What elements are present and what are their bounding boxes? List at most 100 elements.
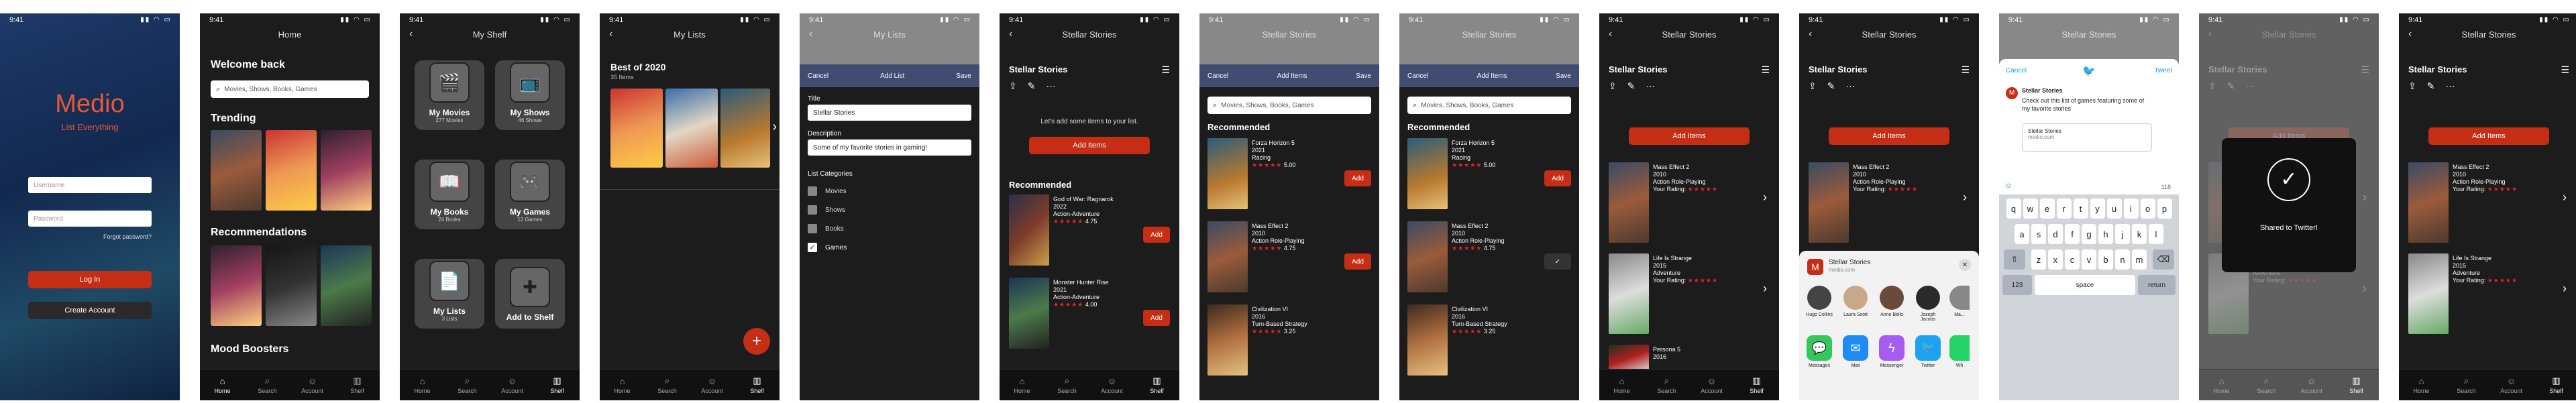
cancel-button[interactable]: Cancel — [1208, 72, 1228, 80]
tab-account[interactable]: ☺ Account — [2495, 376, 2528, 394]
key[interactable]: n — [2115, 249, 2130, 270]
shelf-card-books[interactable]: 📖 My Books 24 Books — [415, 160, 484, 229]
app-twitter[interactable]: 🐦 Twitter — [1913, 335, 1943, 368]
add-button[interactable]: Add — [1544, 170, 1571, 186]
chevron-right-icon[interactable]: › — [2563, 282, 2567, 296]
numbers-key[interactable]: 123 — [2002, 275, 2032, 295]
key[interactable]: a — [2015, 224, 2029, 244]
tweet-button[interactable]: Tweet — [2154, 67, 2172, 74]
more-icon[interactable]: ⋯ — [1646, 80, 1655, 92]
shift-key-icon[interactable]: ⇧ — [2004, 249, 2025, 270]
edit-icon[interactable]: ✎ — [1827, 80, 1835, 92]
chevron-right-icon[interactable]: › — [1763, 190, 1767, 205]
category-games[interactable]: ✓ Games — [808, 243, 847, 252]
poster[interactable] — [266, 130, 317, 211]
tab-shelf[interactable]: ▥ Shelf — [541, 376, 574, 394]
share-icon[interactable]: ⇪ — [1809, 80, 1817, 92]
key[interactable]: e — [2039, 198, 2055, 219]
poster[interactable] — [211, 130, 262, 211]
poster[interactable] — [321, 130, 372, 211]
tab-shelf[interactable]: ▥ Shelf — [2540, 376, 2573, 394]
key[interactable]: j — [2115, 224, 2130, 244]
location-icon[interactable]: ⊙ — [2006, 182, 2011, 190]
key[interactable]: o — [2140, 198, 2155, 219]
tab-shelf[interactable]: ▥ Shelf — [341, 376, 374, 394]
added-button[interactable]: ✓ — [1544, 253, 1571, 270]
chevron-right-icon[interactable]: › — [2563, 190, 2567, 205]
contact[interactable]: Anne Bello — [1877, 286, 1907, 322]
search-input[interactable]: ⌕ Movies, Shows, Books, Games — [211, 80, 369, 98]
list-item[interactable]: Persona 5 2016 — [1609, 345, 1770, 371]
backspace-key-icon[interactable]: ⌫ — [2153, 249, 2174, 270]
key[interactable]: f — [2065, 224, 2080, 244]
tab-shelf[interactable]: ▥ Shelf — [1140, 376, 1174, 394]
poster[interactable] — [211, 245, 262, 326]
shelf-card-movies[interactable]: 🎬 My Movies 277 Movies — [415, 60, 484, 130]
close-icon[interactable]: ✕ — [1959, 259, 1971, 271]
shelf-card-games[interactable]: 🎮 My Games 12 Games — [495, 160, 565, 229]
tab-account[interactable]: ☺ Account — [2295, 376, 2328, 394]
link-card[interactable]: Stellar Stories medio.com — [2022, 123, 2152, 152]
create-account-button[interactable]: Create Account — [28, 302, 152, 319]
key[interactable]: y — [2090, 198, 2105, 219]
tab-home[interactable]: ⌂ Home — [2405, 376, 2438, 394]
add-list-button[interactable]: + — [743, 328, 770, 355]
add-items-button[interactable]: Add Items — [2428, 127, 2549, 145]
edit-icon[interactable]: ✎ — [1028, 80, 1036, 92]
tab-home[interactable]: ⌂ Home — [406, 376, 439, 394]
tab-search[interactable]: ⌕ Search — [651, 376, 684, 394]
list-item[interactable]: Mass Effect 22010Action Role-PlayingYour… — [1609, 162, 1770, 249]
category-books[interactable]: Books — [808, 224, 844, 233]
tab-home[interactable]: ⌂ Home — [1006, 376, 1039, 394]
tab-home[interactable]: ⌂ Home — [206, 376, 239, 394]
cancel-button[interactable]: Cancel — [1407, 72, 1428, 80]
filter-icon[interactable]: ☰ — [1161, 64, 1170, 76]
contact[interactable]: Laura Scott — [1841, 286, 1870, 322]
key[interactable]: r — [2056, 198, 2072, 219]
app-messenger[interactable]: ϟ Messenger — [1877, 335, 1907, 368]
key[interactable]: q — [2006, 198, 2021, 219]
tab-search[interactable]: ⌕ Search — [2450, 376, 2483, 394]
category-shows[interactable]: Shows — [808, 205, 845, 215]
key[interactable]: d — [2048, 224, 2063, 244]
save-button[interactable]: Save — [956, 72, 971, 80]
key[interactable]: v — [2082, 249, 2096, 270]
key[interactable]: i — [2123, 198, 2139, 219]
key[interactable]: c — [2065, 249, 2080, 270]
save-button[interactable]: Save — [1556, 72, 1571, 80]
chevron-right-icon[interactable]: › — [772, 119, 777, 135]
tab-search[interactable]: ⌕ Search — [1650, 376, 1684, 394]
tab-search[interactable]: ⌕ Search — [2250, 376, 2284, 394]
tab-account[interactable]: ☺ Account — [296, 376, 329, 394]
save-button[interactable]: Save — [1356, 72, 1371, 80]
app-messages[interactable]: 💬 Messages — [1805, 335, 1834, 368]
search-input[interactable]: ⌕ Movies, Shows, Books, Games — [1208, 97, 1371, 114]
tab-home[interactable]: ⌂ Home — [1605, 376, 1639, 394]
tab-account[interactable]: ☺ Account — [696, 376, 729, 394]
list-item[interactable]: Life Is Strange2015AdventureYour Rating:… — [2408, 253, 2569, 341]
tab-search[interactable]: ⌕ Search — [1051, 376, 1084, 394]
search-input[interactable]: ⌕ Movies, Shows, Books, Games — [1407, 97, 1571, 114]
tab-home[interactable]: ⌂ Home — [606, 376, 639, 394]
key[interactable]: w — [2023, 198, 2038, 219]
filter-icon[interactable]: ☰ — [1961, 64, 1970, 76]
shelf-card-shows[interactable]: 📺 My Shows 46 Shows — [495, 60, 565, 130]
password-input[interactable]: Password — [28, 211, 152, 227]
return-key[interactable]: return — [2138, 275, 2176, 295]
description-input[interactable]: Some of my favorite stories in gaming! — [808, 139, 971, 156]
key[interactable]: z — [2031, 249, 2046, 270]
add-to-shelf-card[interactable]: ✚ Add to Shelf — [495, 259, 565, 329]
title-input[interactable]: Stellar Stories — [808, 105, 971, 121]
more-icon[interactable]: ⋯ — [1046, 80, 1055, 92]
key[interactable]: h — [2098, 224, 2113, 244]
space-key[interactable]: space — [2035, 275, 2135, 295]
app-whatsapp[interactable]: Wh — [1949, 335, 1970, 368]
share-icon[interactable]: ⇪ — [1609, 80, 1617, 92]
checkbox[interactable] — [808, 205, 817, 215]
add-button[interactable]: Add — [1344, 253, 1371, 270]
tab-search[interactable]: ⌕ Search — [251, 376, 284, 394]
share-icon[interactable]: ⇪ — [1009, 80, 1017, 92]
checkbox[interactable] — [808, 224, 817, 233]
add-items-button[interactable]: Add Items — [1029, 137, 1150, 154]
tab-account[interactable]: ☺ Account — [1695, 376, 1729, 394]
